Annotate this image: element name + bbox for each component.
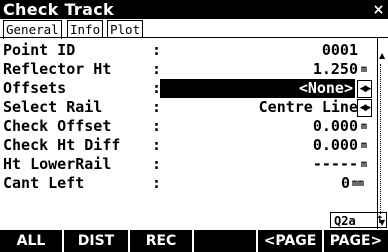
softkey-bar: ALL DIST REC <PAGE PAGE>: [0, 230, 388, 252]
field-label: Ht LowerRail: [3, 155, 112, 173]
field-label: Point ID: [3, 41, 76, 59]
title-bar: Check Track ×: [0, 0, 388, 19]
separator: :: [152, 60, 162, 78]
softkey-prev-page[interactable]: <PAGE: [258, 230, 322, 252]
tab-info[interactable]: Info: [67, 20, 104, 38]
reflector-ht-value[interactable]: 1.250: [313, 60, 358, 79]
tab-plot[interactable]: Plot: [107, 20, 144, 38]
field-row-check-ht-diff[interactable]: Check Ht Diff : 0.000 m: [0, 136, 388, 155]
tab-bar: General Info Plot: [0, 20, 388, 39]
softkey-empty[interactable]: [194, 230, 256, 252]
field-row-select-rail[interactable]: Select Rail : Centre Line ◀▶: [0, 98, 388, 117]
selector-arrows-icon[interactable]: ◀▶: [357, 80, 372, 98]
unit-label: m: [361, 159, 368, 170]
softkey-all[interactable]: ALL: [0, 230, 62, 252]
separator: :: [152, 136, 162, 154]
status-indicator: Q2a ↑: [330, 212, 387, 228]
shift-arrow-icon: ↑: [375, 215, 384, 226]
scroll-track[interactable]: [380, 64, 387, 214]
field-label: Reflector Ht: [3, 60, 112, 78]
field-row-cant-left[interactable]: Cant Left : 0 mm: [0, 174, 388, 193]
field-row-point-id[interactable]: Point ID : 0001: [0, 41, 388, 60]
separator: :: [152, 117, 162, 135]
close-icon[interactable]: ×: [371, 2, 386, 18]
field-row-offsets[interactable]: Offsets : <None> ◀▶: [0, 79, 388, 98]
unit-label: m: [361, 121, 368, 132]
field-label: Cant Left: [3, 174, 85, 192]
field-label: Select Rail: [3, 98, 103, 116]
softkey-rec[interactable]: REC: [130, 230, 192, 252]
softkey-dist[interactable]: DIST: [64, 230, 128, 252]
field-label: Check Offset: [3, 117, 112, 135]
scroll-up-icon[interactable]: ▲: [379, 52, 385, 60]
field-row-reflector-ht[interactable]: Reflector Ht : 1.250 m: [0, 60, 388, 79]
offsets-value[interactable]: <None>: [299, 79, 353, 98]
ht-lowerrail-value[interactable]: -----: [313, 155, 358, 174]
window-title: Check Track: [3, 0, 114, 19]
separator: :: [152, 174, 162, 192]
separator: :: [152, 98, 162, 116]
cant-left-value[interactable]: 0: [341, 174, 350, 193]
offsets-selector[interactable]: <None>: [160, 79, 355, 98]
separator: :: [152, 41, 162, 59]
select-rail-value[interactable]: Centre Line: [259, 98, 358, 117]
check-offset-value[interactable]: 0.000: [313, 117, 358, 136]
tab-divider: [0, 37, 388, 38]
unit-label: m: [361, 64, 368, 75]
separator: :: [152, 155, 162, 173]
selector-arrows-icon[interactable]: ◀▶: [357, 99, 372, 117]
point-id-value[interactable]: 0001: [322, 41, 358, 60]
field-label: Offsets: [3, 79, 67, 97]
input-mode-status: Q2a: [334, 214, 356, 228]
unit-label: m: [361, 140, 368, 151]
unit-label: mm: [352, 178, 365, 189]
check-ht-diff-value[interactable]: 0.000: [313, 136, 358, 155]
field-label: Check Ht Diff: [3, 136, 121, 154]
field-row-check-offset[interactable]: Check Offset : 0.000 m: [0, 117, 388, 136]
scrollbar[interactable]: ▲ ▼: [377, 38, 388, 229]
softkey-next-page[interactable]: PAGE>: [324, 230, 388, 252]
field-row-ht-lowerrail[interactable]: Ht LowerRail : ----- m: [0, 155, 388, 174]
